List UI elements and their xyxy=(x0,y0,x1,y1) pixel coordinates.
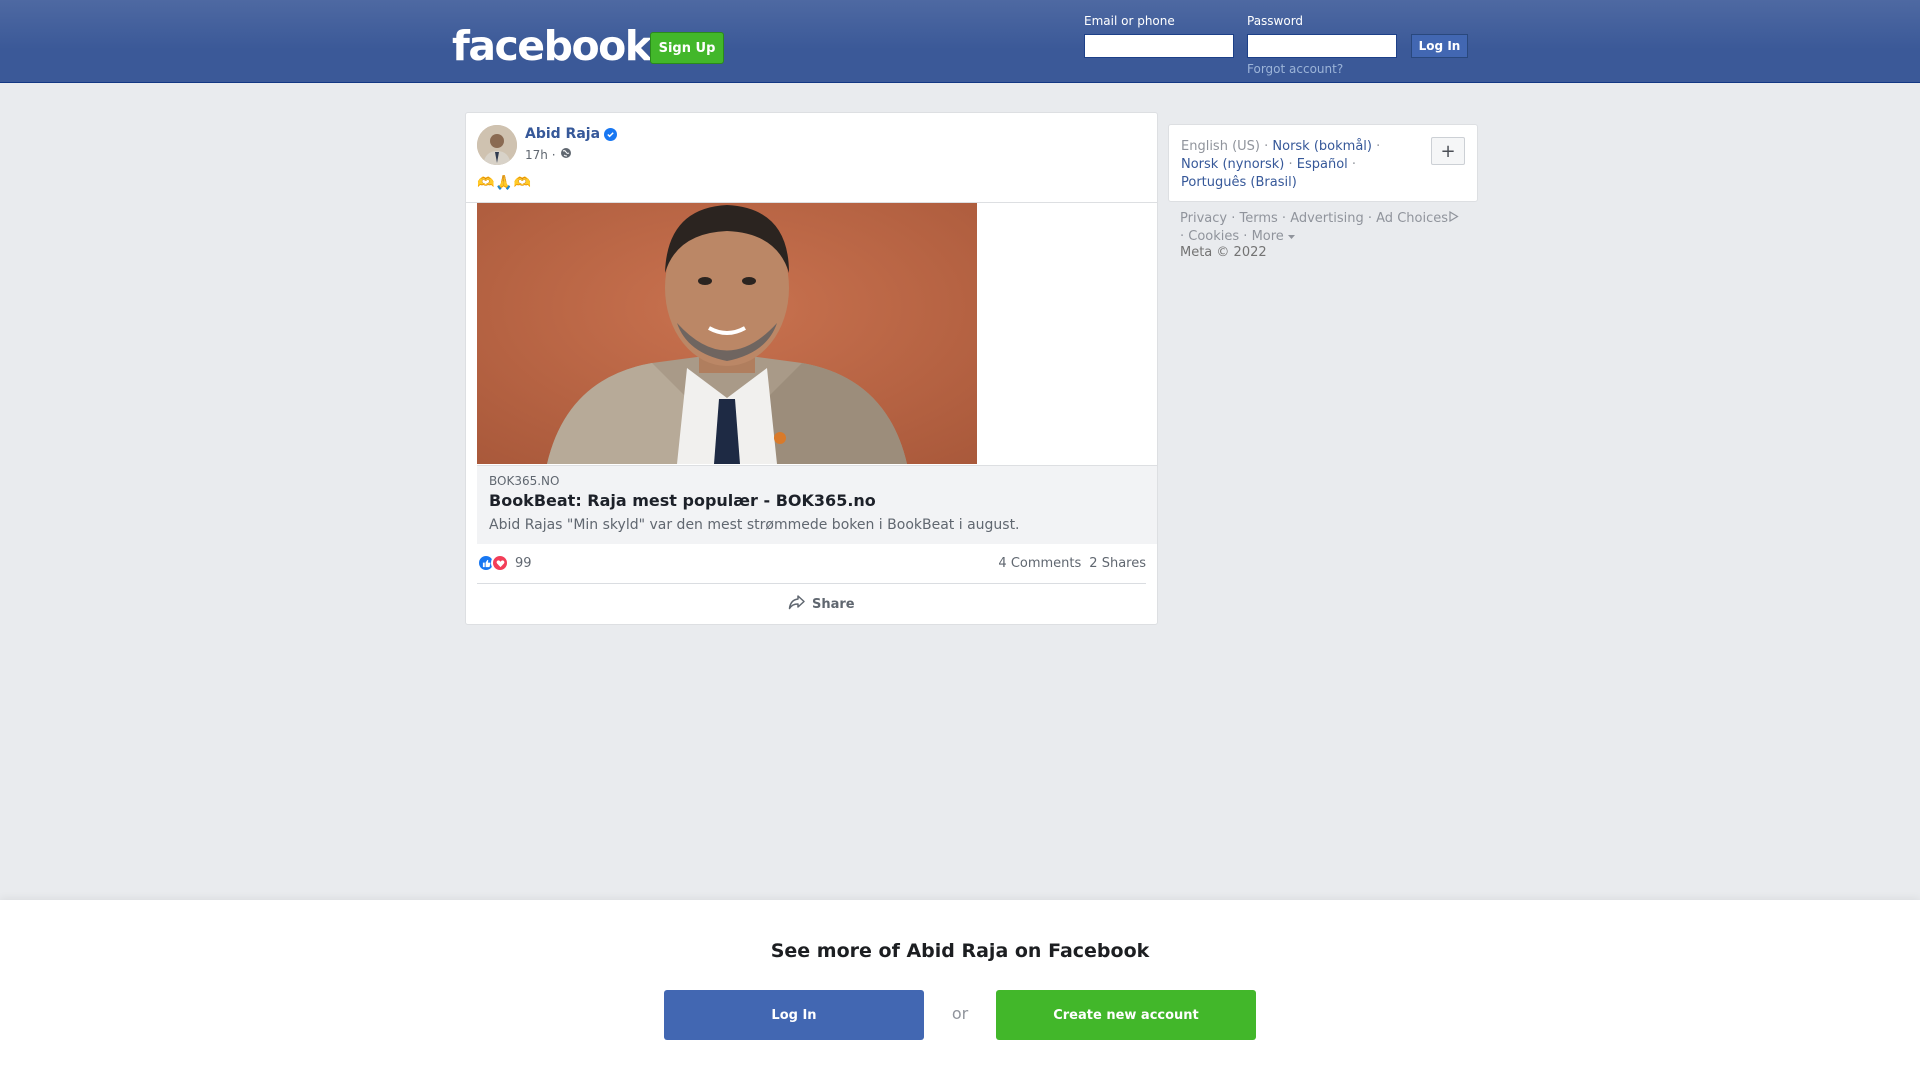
privacy-link[interactable]: Privacy xyxy=(1180,211,1227,226)
link-caption[interactable]: BOK365.NO BookBeat: Raja mest populær - … xyxy=(477,465,1157,544)
more-languages-button[interactable]: + xyxy=(1431,137,1465,165)
banner-or-text: or xyxy=(951,1004,969,1023)
verified-badge-icon xyxy=(604,127,618,141)
share-button[interactable]: Share xyxy=(788,594,855,614)
footer-links: Privacy · Terms · Advertising · Ad Choic… xyxy=(1180,210,1480,246)
more-label: More xyxy=(1251,229,1284,244)
love-reaction-icon xyxy=(491,554,509,572)
terms-link[interactable]: Terms xyxy=(1239,211,1277,226)
top-navigation-bar: facebook Sign Up Email or phone Password… xyxy=(0,0,1920,83)
sign-up-button[interactable]: Sign Up xyxy=(650,32,724,64)
reaction-count: 99 xyxy=(515,555,532,571)
cookies-link[interactable]: Cookies xyxy=(1188,229,1239,244)
language-link-espanol[interactable]: Español xyxy=(1297,157,1348,172)
author-name-link[interactable]: Abid Raja xyxy=(525,126,618,142)
more-link[interactable]: More xyxy=(1252,229,1295,244)
shares-count-link[interactable]: 2 Shares xyxy=(1089,556,1146,571)
email-label: Email or phone xyxy=(1084,14,1175,28)
post-card: Abid Raja 17h · 🫶🙏🫶 BOK365.NO BookBeat: … xyxy=(465,112,1158,625)
language-selector-box: English (US) · Norsk (bokmål) · Norsk (n… xyxy=(1168,124,1478,202)
engagement-counts: 4 Comments 2 Shares xyxy=(998,556,1146,571)
email-input[interactable] xyxy=(1084,34,1234,58)
author-name: Abid Raja xyxy=(525,126,601,142)
facebook-logo[interactable]: facebook xyxy=(452,22,652,70)
ad-choices-link[interactable]: Ad Choices xyxy=(1376,210,1459,226)
ad-choices-label: Ad Choices xyxy=(1376,211,1448,226)
post-timestamp[interactable]: 17h · xyxy=(525,148,556,162)
link-domain: BOK365.NO xyxy=(489,474,560,488)
link-preview[interactable]: BOK365.NO BookBeat: Raja mest populær - … xyxy=(466,202,1157,544)
action-divider xyxy=(477,583,1146,584)
login-prompt-banner: See more of Abid Raja on Facebook Log In… xyxy=(0,900,1920,1080)
banner-log-in-button[interactable]: Log In xyxy=(664,990,924,1040)
globe-icon xyxy=(560,147,572,162)
link-title[interactable]: BookBeat: Raja mest populær - BOK365.no xyxy=(489,491,876,510)
language-link-portugues[interactable]: Português (Brasil) xyxy=(1181,175,1297,190)
copyright: Meta © 2022 xyxy=(1180,245,1267,260)
link-preview-image[interactable] xyxy=(477,203,977,464)
post-text: 🫶🙏🫶 xyxy=(477,175,533,191)
share-icon xyxy=(788,594,806,614)
language-link-norsk-nynorsk[interactable]: Norsk (nynorsk) xyxy=(1181,157,1284,172)
advertising-link[interactable]: Advertising xyxy=(1290,211,1364,226)
reaction-summary[interactable]: 99 xyxy=(477,554,532,572)
current-language: English (US) xyxy=(1181,139,1260,154)
language-link-norsk-bokmal[interactable]: Norsk (bokmål) xyxy=(1272,139,1372,154)
password-label: Password xyxy=(1247,14,1304,28)
share-label: Share xyxy=(812,596,855,612)
create-new-account-button[interactable]: Create new account xyxy=(996,990,1256,1040)
password-input[interactable] xyxy=(1247,34,1397,58)
language-list: English (US) · Norsk (bokmål) · Norsk (n… xyxy=(1181,139,1381,190)
link-description: Abid Rajas "Min skyld" var den mest strø… xyxy=(489,517,1020,533)
banner-title: See more of Abid Raja on Facebook xyxy=(770,940,1150,962)
comments-count-link[interactable]: 4 Comments xyxy=(998,556,1081,571)
post-meta: 17h · xyxy=(525,147,572,162)
forgot-account-link[interactable]: Forgot account? xyxy=(1247,62,1343,76)
caret-down-icon xyxy=(1287,229,1295,244)
author-avatar[interactable] xyxy=(477,125,517,165)
log-in-button[interactable]: Log In xyxy=(1411,34,1468,58)
ad-choices-icon xyxy=(1448,210,1459,226)
